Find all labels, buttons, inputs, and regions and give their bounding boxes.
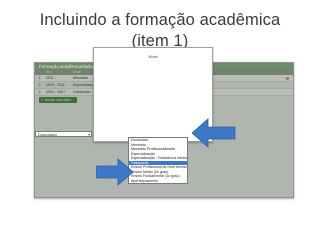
slide-title: Incluindo a formação acadêmica (item 1) bbox=[0, 10, 320, 52]
dropdown-option[interactable]: Ensino Fundamental (1o grau) bbox=[129, 174, 187, 179]
dropdown-option[interactable]: Aperfeiçoamento bbox=[129, 179, 187, 184]
level-select-value: Doutorado bbox=[38, 132, 57, 137]
arrow-left-icon bbox=[192, 118, 236, 148]
arrow-right-icon bbox=[96, 158, 134, 186]
dropdown-option[interactable]: Ensino Profissional de nível técnico bbox=[129, 165, 187, 170]
level-label: Nível bbox=[148, 54, 158, 59]
chevron-down-icon: ▾ bbox=[88, 133, 90, 137]
dropdown-option[interactable]: Especialização - Residência médica bbox=[129, 156, 187, 161]
level-select[interactable]: Doutorado ▾ bbox=[35, 131, 92, 137]
level-dropdown-list: Doutorado Mestrado Mestrado Profissional… bbox=[128, 137, 188, 184]
slide-title-line1: Incluindo a formação acadêmica bbox=[39, 11, 281, 29]
